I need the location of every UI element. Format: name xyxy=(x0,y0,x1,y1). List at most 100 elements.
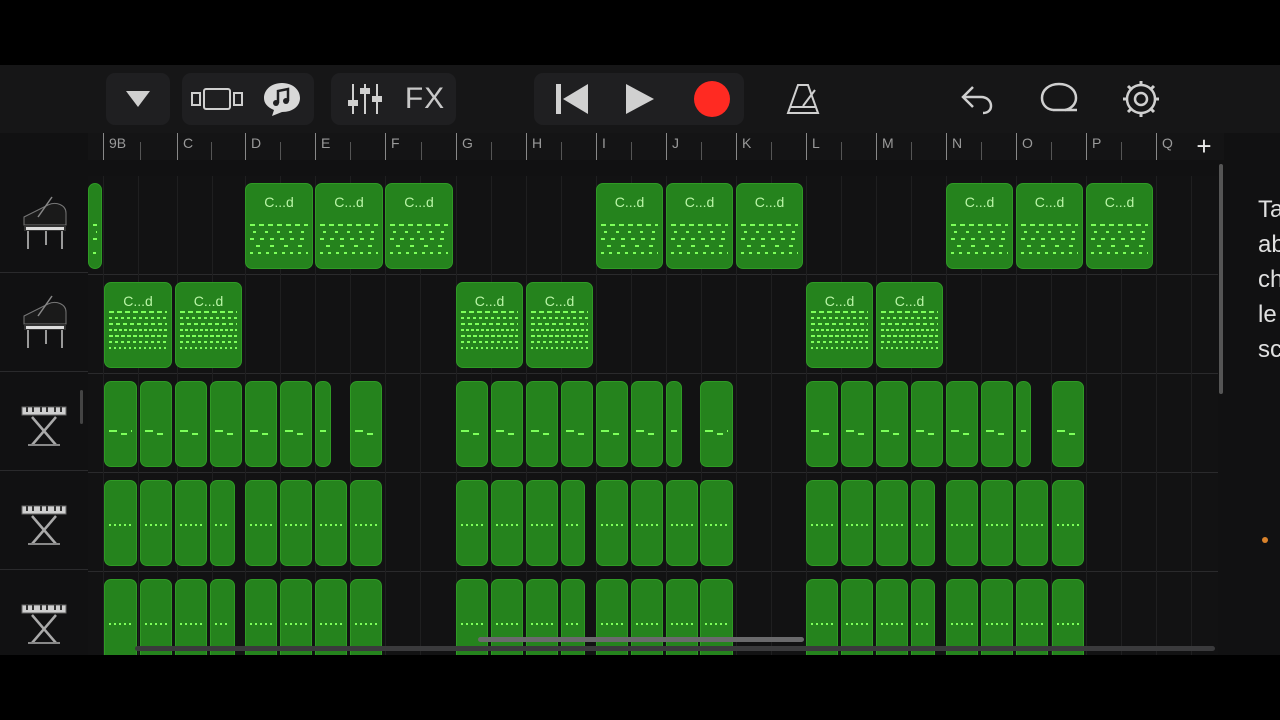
midi-region[interactable] xyxy=(350,480,382,566)
record-button[interactable] xyxy=(682,73,742,125)
midi-region[interactable] xyxy=(456,381,488,467)
midi-region[interactable] xyxy=(911,381,943,467)
midi-region[interactable] xyxy=(841,579,873,655)
settings-button[interactable] xyxy=(1112,73,1170,125)
midi-region[interactable]: C...d xyxy=(1016,183,1083,269)
midi-region[interactable] xyxy=(280,579,312,655)
midi-region[interactable]: C...d xyxy=(666,183,733,269)
midi-region[interactable] xyxy=(596,480,628,566)
add-section-button[interactable]: + xyxy=(1186,131,1222,161)
midi-region[interactable] xyxy=(876,480,908,566)
midi-region[interactable]: C...d xyxy=(104,282,172,368)
midi-region[interactable] xyxy=(876,381,908,467)
midi-region[interactable] xyxy=(526,480,558,566)
midi-region[interactable] xyxy=(666,480,698,566)
midi-region[interactable] xyxy=(806,579,838,655)
midi-region[interactable] xyxy=(666,381,682,467)
midi-region[interactable] xyxy=(210,579,235,655)
track-header-grand-piano[interactable] xyxy=(0,275,88,372)
mixer-button[interactable] xyxy=(337,73,393,125)
midi-region[interactable] xyxy=(315,579,347,655)
midi-region[interactable] xyxy=(1016,579,1048,655)
midi-region[interactable] xyxy=(104,579,137,655)
midi-region[interactable] xyxy=(631,480,663,566)
midi-region[interactable] xyxy=(491,480,523,566)
midi-region[interactable] xyxy=(596,381,628,467)
midi-region[interactable] xyxy=(280,381,312,467)
metronome-button[interactable] xyxy=(774,73,832,125)
midi-region[interactable] xyxy=(210,480,235,566)
midi-region[interactable] xyxy=(1016,480,1048,566)
horizontal-scroll-thumb[interactable] xyxy=(478,637,804,642)
play-button[interactable] xyxy=(610,73,670,125)
midi-region[interactable] xyxy=(841,480,873,566)
midi-region[interactable] xyxy=(315,480,347,566)
midi-region[interactable] xyxy=(175,480,207,566)
smart-controls-button[interactable] xyxy=(254,73,310,125)
midi-region[interactable]: C...d xyxy=(736,183,803,269)
undo-button[interactable] xyxy=(948,73,1006,125)
midi-region[interactable] xyxy=(876,579,908,655)
midi-region[interactable]: C...d xyxy=(876,282,943,368)
midi-region[interactable] xyxy=(245,579,277,655)
midi-region[interactable]: C...d xyxy=(385,183,453,269)
midi-region[interactable] xyxy=(981,480,1013,566)
midi-region[interactable] xyxy=(911,579,935,655)
midi-region[interactable] xyxy=(946,480,978,566)
midi-region[interactable] xyxy=(700,579,733,655)
midi-region[interactable] xyxy=(526,579,558,655)
midi-region[interactable] xyxy=(350,381,382,467)
midi-region[interactable]: C...d xyxy=(245,183,313,269)
midi-region[interactable] xyxy=(561,480,585,566)
track-lane[interactable] xyxy=(88,275,1218,374)
fx-button[interactable]: FX xyxy=(397,73,453,125)
midi-region[interactable] xyxy=(140,480,172,566)
midi-region[interactable] xyxy=(1016,381,1031,467)
midi-region[interactable] xyxy=(946,579,978,655)
midi-region[interactable] xyxy=(491,579,523,655)
midi-region[interactable] xyxy=(1052,480,1084,566)
tracks-area[interactable]: C...d C...d C...d C...d C...d C...d C...d C...d… xyxy=(88,176,1218,655)
midi-region[interactable] xyxy=(1052,381,1084,467)
midi-region[interactable] xyxy=(700,480,733,566)
midi-region[interactable] xyxy=(210,381,242,467)
track-header-grand-piano[interactable] xyxy=(0,176,88,273)
midi-region[interactable]: C...d xyxy=(315,183,383,269)
midi-region[interactable]: C...d xyxy=(1086,183,1153,269)
midi-region[interactable]: C...d xyxy=(806,282,873,368)
vertical-scrollbar[interactable] xyxy=(1219,164,1223,394)
horizontal-scrollbar[interactable] xyxy=(135,646,1215,651)
midi-region[interactable] xyxy=(104,480,137,566)
midi-region[interactable] xyxy=(946,381,978,467)
timeline-ruler[interactable]: 9B C D E F G H I J K L M N O P Q xyxy=(88,133,1224,160)
midi-region[interactable] xyxy=(88,183,102,269)
midi-region[interactable]: C...d xyxy=(526,282,593,368)
midi-region[interactable] xyxy=(631,381,663,467)
midi-region[interactable] xyxy=(561,579,585,655)
midi-region[interactable] xyxy=(981,579,1013,655)
midi-region[interactable] xyxy=(315,381,331,467)
midi-region[interactable] xyxy=(140,381,172,467)
midi-region[interactable] xyxy=(456,480,488,566)
track-header-keyboard[interactable] xyxy=(0,572,88,655)
midi-region[interactable] xyxy=(806,480,838,566)
midi-region[interactable] xyxy=(666,579,698,655)
midi-region[interactable] xyxy=(280,480,312,566)
midi-region[interactable] xyxy=(911,480,935,566)
midi-region[interactable] xyxy=(596,579,628,655)
midi-region[interactable] xyxy=(175,579,207,655)
midi-region[interactable] xyxy=(806,381,838,467)
midi-region[interactable] xyxy=(841,381,873,467)
midi-region[interactable] xyxy=(104,381,137,467)
midi-region[interactable] xyxy=(981,381,1013,467)
midi-region[interactable] xyxy=(1052,579,1084,655)
midi-region[interactable] xyxy=(175,381,207,467)
rewind-button[interactable] xyxy=(542,73,602,125)
midi-region[interactable]: C...d xyxy=(456,282,523,368)
midi-region[interactable] xyxy=(491,381,523,467)
midi-region[interactable] xyxy=(456,579,488,655)
midi-region[interactable]: C...d xyxy=(596,183,663,269)
midi-region[interactable] xyxy=(140,579,172,655)
midi-region[interactable] xyxy=(561,381,593,467)
midi-region[interactable] xyxy=(526,381,558,467)
